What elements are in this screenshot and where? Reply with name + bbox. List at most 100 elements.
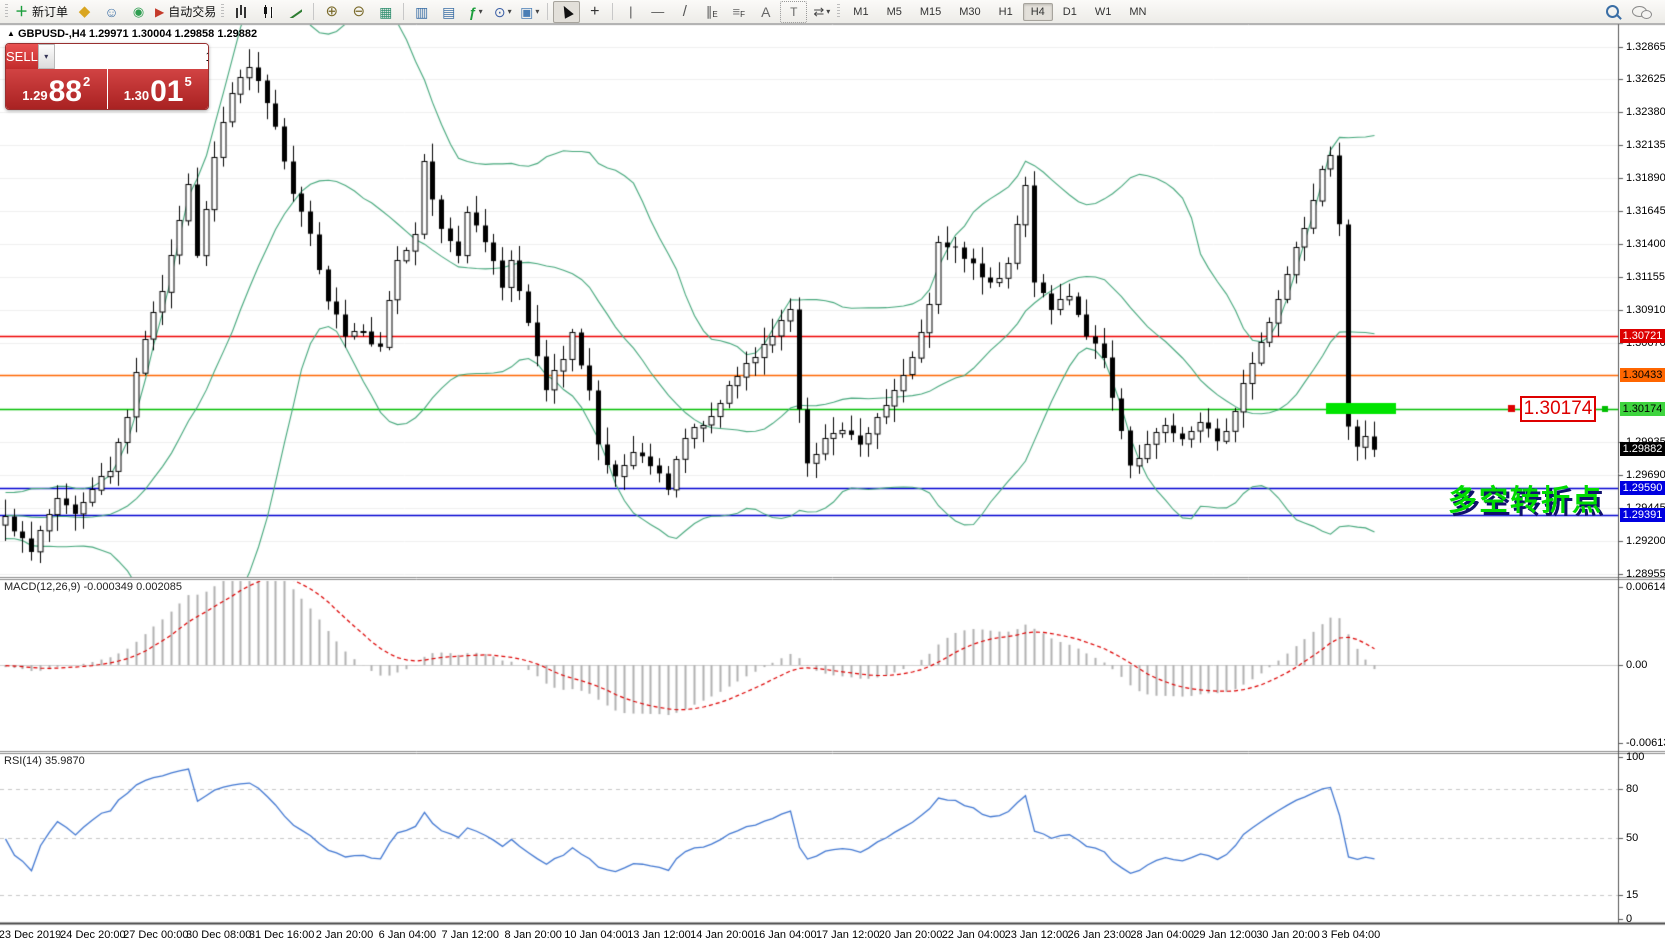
indicators-icon: ƒ <box>469 5 477 19</box>
timeframe-h1[interactable]: H1 <box>991 3 1021 21</box>
fibonacci-button[interactable]: ≡F <box>726 2 751 22</box>
symbol-period-label: GBPUSD-,H4 <box>18 28 86 40</box>
rsi-axis-tick: 15 <box>1626 888 1638 902</box>
price-axis-tick: 1.29200 <box>1626 534 1665 548</box>
periods-button[interactable]: ⊙ ▾ <box>490 2 515 22</box>
current-price-badge: 1.29882 <box>1620 442 1665 456</box>
timeframe-w1[interactable]: W1 <box>1087 3 1120 21</box>
date-axis-label: 8 Jan 20:00 <box>504 929 562 941</box>
search-button[interactable] <box>1600 2 1625 22</box>
arrange-horizontal-button[interactable]: ▤ <box>436 2 461 22</box>
date-axis-label: 24 Dec 20:00 <box>60 929 125 941</box>
zoom-in-icon: ⊕ <box>325 4 338 19</box>
macd-axis-tick: 0.00 <box>1626 658 1647 672</box>
price-chart-canvas[interactable] <box>0 0 1665 944</box>
zoom-out-button[interactable]: ⊖ <box>346 2 371 22</box>
chevron-down-icon: ▾ <box>508 7 512 16</box>
market-watch-button[interactable]: ◆ <box>72 2 97 22</box>
search-icon <box>1606 5 1619 18</box>
volume-input[interactable] <box>55 44 209 69</box>
new-order-button[interactable]: ＋ 新订单 <box>13 2 70 22</box>
templates-button[interactable]: ▣ ▾ <box>517 2 542 22</box>
price-callout-label[interactable]: 1.30174 <box>1520 396 1596 422</box>
chat-button[interactable] <box>1627 2 1652 22</box>
rsi-indicator-label: RSI(14) 35.9870 <box>4 755 85 767</box>
toolbar-separator <box>403 3 404 20</box>
buy-price-sup: 5 <box>184 74 191 89</box>
signals-button[interactable]: ◉ <box>126 2 151 22</box>
price-axis-tick: 1.28955 <box>1626 567 1665 581</box>
collapse-arrow-icon: ▲ <box>7 29 15 38</box>
date-axis-label: 6 Jan 04:00 <box>379 929 437 941</box>
vertical-line-button[interactable]: | <box>618 2 643 22</box>
horizontal-line-icon: — <box>651 5 664 18</box>
sell-price-big: 88 <box>49 78 82 105</box>
macd-indicator-label: MACD(12,26,9) -0.000349 0.002085 <box>4 581 182 593</box>
auto-trading-button[interactable]: ▶ 自动交易 <box>153 2 218 22</box>
price-axis-tick: 1.32625 <box>1626 72 1665 86</box>
date-axis-label: 28 Jan 04:00 <box>1130 929 1194 941</box>
bar-chart-button[interactable] <box>229 2 254 22</box>
template-icon: ▣ <box>520 5 533 19</box>
rsi-axis-tick: 50 <box>1626 831 1638 845</box>
date-axis-label: 29 Jan 12:00 <box>1193 929 1257 941</box>
price-level-badge: 1.30174 <box>1620 402 1665 416</box>
timeframe-m5[interactable]: M5 <box>879 3 910 21</box>
toolbar-grip <box>5 4 8 19</box>
spinner-down-icon: ▾ <box>44 52 48 61</box>
macd-axis-tick: -0.006138 <box>1626 736 1665 750</box>
bar-chart-icon <box>235 5 248 18</box>
sell-button[interactable]: SELL <box>6 44 38 69</box>
timeframe-h4[interactable]: H4 <box>1023 3 1053 21</box>
sell-price-display[interactable]: 1.29882 <box>6 69 107 109</box>
toolbar-separator <box>612 3 613 20</box>
fibonacci-icon: ≡ <box>733 5 741 18</box>
vertical-line-icon: | <box>629 5 632 18</box>
zoom-in-button[interactable]: ⊕ <box>319 2 344 22</box>
indicators-button[interactable]: ƒ ▾ <box>463 2 488 22</box>
channel-e-label: E <box>712 10 717 19</box>
main-toolbar: ＋ 新订单 ◆ ☺ ◉ ▶ 自动交易 ⊕ ⊖ ▦ ▥ ▤ ƒ ▾ ⊙ ▾ ▣ ▾… <box>0 0 1665 24</box>
ohlc-values: 1.29971 1.30004 1.29858 1.29882 <box>89 28 257 40</box>
price-axis-tick: 1.32135 <box>1626 138 1665 152</box>
toolbar-grip <box>221 4 224 19</box>
turning-point-annotation: 多空转折点 <box>1448 477 1603 519</box>
crosshair-button[interactable]: + <box>582 2 607 22</box>
line-chart-icon <box>289 5 302 18</box>
line-chart-button[interactable] <box>283 2 308 22</box>
date-axis-label: 7 Jan 12:00 <box>442 929 500 941</box>
text-label-icon: T <box>790 6 797 18</box>
tile-windows-icon: ▦ <box>379 5 392 19</box>
arrange-vertical-button[interactable]: ▥ <box>409 2 434 22</box>
toolbar-separator <box>547 3 548 20</box>
date-axis-label: 2 Jan 20:00 <box>316 929 374 941</box>
timeframe-m15[interactable]: M15 <box>912 3 949 21</box>
volume-decrease-button[interactable]: ▾ <box>38 44 55 69</box>
candlestick-chart-icon <box>262 5 275 18</box>
trendline-icon: / <box>683 4 687 19</box>
horizontal-line-button[interactable]: — <box>645 2 670 22</box>
text-label-button[interactable]: T <box>780 1 807 23</box>
timeframe-m30[interactable]: M30 <box>951 3 988 21</box>
timeframe-d1[interactable]: D1 <box>1055 3 1085 21</box>
buy-price-display[interactable]: 1.30015 <box>108 69 209 109</box>
text-button[interactable]: A <box>753 2 778 22</box>
tile-windows-button[interactable]: ▦ <box>373 2 398 22</box>
cursor-button[interactable] <box>553 1 580 23</box>
date-axis-label: 10 Jan 04:00 <box>564 929 628 941</box>
price-level-badge: 1.30721 <box>1620 329 1665 343</box>
candlestick-chart-button[interactable] <box>256 2 281 22</box>
date-axis-label: 31 Dec 16:00 <box>249 929 314 941</box>
arrange-vertical-icon: ▥ <box>415 5 428 19</box>
date-axis-label: 20 Jan 20:00 <box>879 929 943 941</box>
timeframe-mn[interactable]: MN <box>1121 3 1154 21</box>
price-level-badge: 1.29391 <box>1620 508 1665 522</box>
date-axis-label: 30 Jan 20:00 <box>1256 929 1320 941</box>
cursor-icon <box>559 3 573 18</box>
price-level-badge: 1.29590 <box>1620 481 1665 495</box>
data-window-button[interactable]: ☺ <box>99 2 124 22</box>
shapes-button[interactable]: ⇄ ▾ <box>809 2 834 22</box>
channel-button[interactable]: ∥E <box>699 2 724 22</box>
timeframe-m1[interactable]: M1 <box>845 3 876 21</box>
trendline-button[interactable]: / <box>672 2 697 22</box>
